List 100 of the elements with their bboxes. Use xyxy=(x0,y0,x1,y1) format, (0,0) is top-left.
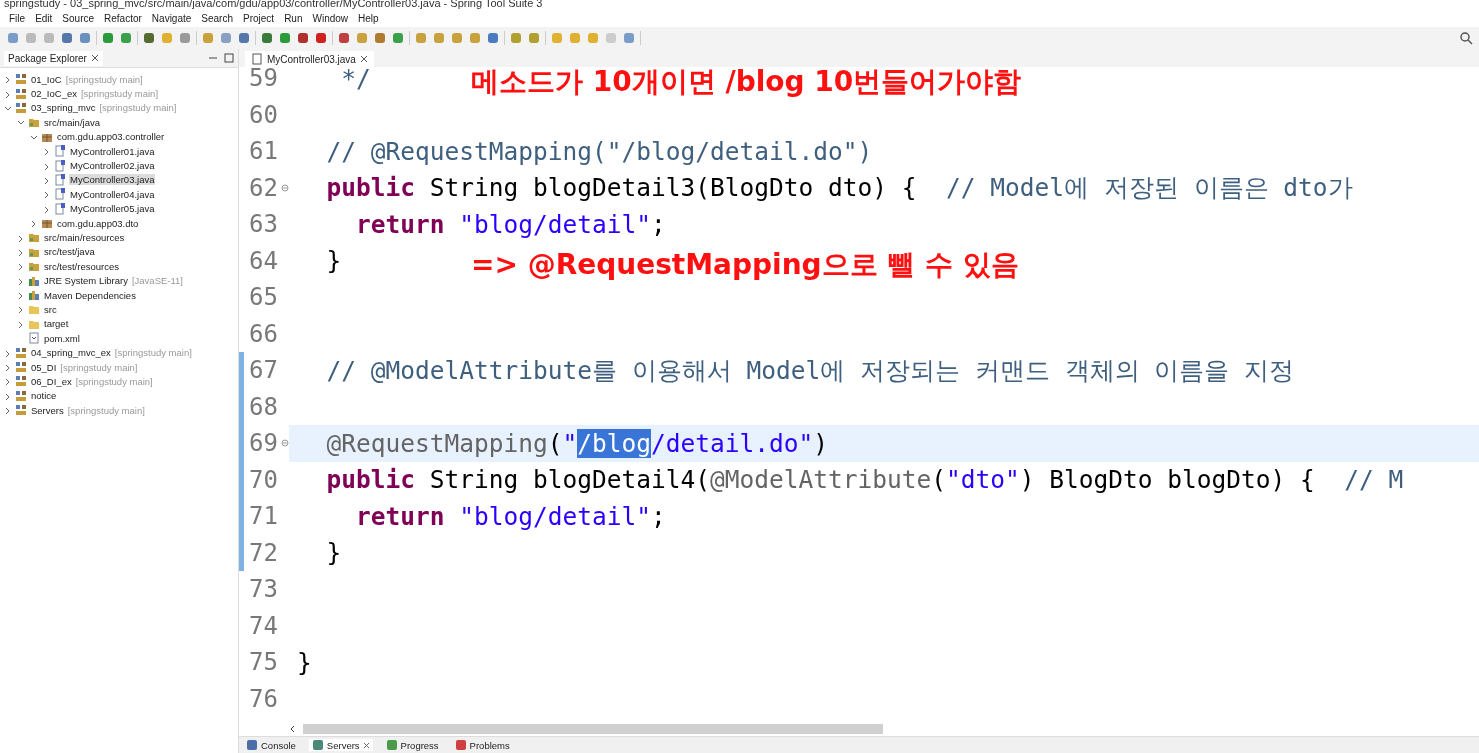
tree-item[interactable]: JRE System Library xyxy=(43,275,129,287)
tree-item[interactable]: com.gdu.app03.dto xyxy=(56,217,140,229)
project-icon xyxy=(15,101,27,114)
toolbar-button-icon[interactable] xyxy=(622,31,636,45)
tree-item[interactable]: 04_spring_mvc_ex xyxy=(30,347,112,359)
search-icon[interactable] xyxy=(1459,31,1473,45)
toolbar-button-icon[interactable] xyxy=(237,31,251,45)
scrollbar-thumb[interactable] xyxy=(303,724,883,734)
view-tab[interactable]: Console xyxy=(243,739,299,751)
tree-item-decoration: [springstudy main] xyxy=(75,375,153,387)
tree-item[interactable]: MyController03.java xyxy=(69,174,156,186)
toolbar-button-icon[interactable] xyxy=(486,31,500,45)
code-line: // @ModelAttribute를 이용해서 Model에 저장되는 커맨드 객체의 이름을 지정 xyxy=(325,354,1294,387)
toolbar-button-icon[interactable] xyxy=(101,31,115,45)
line-number: 76 xyxy=(249,684,278,713)
tree-item[interactable]: src/test/resources xyxy=(43,260,120,272)
editor-tab[interactable]: MyController03.java xyxy=(245,51,374,67)
fold-icon[interactable] xyxy=(281,183,289,192)
toolbar-button-icon[interactable] xyxy=(260,31,274,45)
xml-file-icon xyxy=(28,332,40,345)
tree-item[interactable]: 05_DI xyxy=(30,361,58,373)
close-icon[interactable] xyxy=(90,54,99,62)
menu-item[interactable]: Navigate xyxy=(146,13,197,24)
toolbar-button-icon[interactable] xyxy=(60,31,74,45)
tree-item[interactable]: Servers xyxy=(30,404,65,416)
toolbar-button-icon[interactable] xyxy=(6,31,20,45)
line-number: 66 xyxy=(249,319,278,348)
window-title: springstudy - 03_spring_mvc/src/main/java/com/gdu/app03/controller/MyController03.java - Spring Tool Suite 3 xyxy=(0,0,1479,10)
view-tab[interactable]: Problems xyxy=(451,739,513,751)
tree-item[interactable]: src xyxy=(43,303,58,315)
line-number: 63 xyxy=(249,210,278,239)
menu-item[interactable]: Project xyxy=(238,13,280,24)
line-number: 68 xyxy=(249,392,278,421)
line-number: 72 xyxy=(249,538,278,567)
line-number: 70 xyxy=(249,465,278,494)
toolbar-button-icon[interactable] xyxy=(219,31,233,45)
close-icon[interactable] xyxy=(359,55,368,63)
toolbar-button-icon[interactable] xyxy=(278,31,292,45)
java-file-icon xyxy=(54,145,66,158)
code-line: public String blogDetail3(BlogDto dto) { // Model에 저장된 이름은 dto가 xyxy=(325,172,1353,205)
menu-item[interactable]: Edit xyxy=(30,13,58,24)
tree-item[interactable]: MyController01.java xyxy=(69,145,156,157)
line-number: 73 xyxy=(249,575,278,604)
toolbar-button-icon[interactable] xyxy=(509,31,523,45)
folder-icon xyxy=(28,303,40,316)
toolbar-button-icon[interactable] xyxy=(142,31,156,45)
toolbar-button-icon[interactable] xyxy=(296,31,310,45)
tree-item-decoration: [springstudy main] xyxy=(65,73,143,85)
tree-item[interactable]: 03_spring_mvc xyxy=(30,102,97,114)
tree-item-decoration: [springstudy main] xyxy=(99,102,177,114)
scroll-left-icon[interactable] xyxy=(289,725,297,733)
menu-item[interactable]: Window xyxy=(307,13,354,24)
tree-item-decoration: [springstudy main] xyxy=(67,404,145,416)
toolbar-button-icon[interactable] xyxy=(391,31,405,45)
view-tab[interactable]: Servers xyxy=(308,739,373,751)
tree-item[interactable]: MyController05.java xyxy=(69,203,156,215)
menu-item[interactable]: Run xyxy=(279,13,308,24)
tree-item[interactable]: 02_IoC_ex xyxy=(30,88,78,100)
tree-item[interactable]: com.gdu.app03.controller xyxy=(56,131,166,143)
code-line: // @RequestMapping("/blog/detail.do") xyxy=(325,136,873,166)
tree-item[interactable]: MyController04.java xyxy=(69,188,156,200)
toolbar-button-icon[interactable] xyxy=(373,31,387,45)
tree-item[interactable]: src/main/resources xyxy=(43,232,126,243)
line-number: 64 xyxy=(249,246,278,275)
maximize-icon[interactable] xyxy=(224,53,234,63)
tree-item[interactable]: Maven Dependencies xyxy=(43,289,137,301)
menu-item[interactable]: Source xyxy=(57,13,100,24)
menu-item[interactable]: Search xyxy=(196,13,238,24)
toolbar-button-icon[interactable] xyxy=(337,31,351,45)
menu-item[interactable]: File xyxy=(4,13,31,24)
java-file-icon xyxy=(54,159,66,172)
toolbar-button-icon[interactable] xyxy=(78,31,92,45)
tree-item[interactable]: src/main/java xyxy=(43,116,101,128)
code-line: public String blogDetail4(@ModelAttribute("dto") BlogDto blogDto) { // M xyxy=(325,465,1404,495)
project-icon xyxy=(15,73,27,86)
toolbar-button-icon[interactable] xyxy=(527,31,541,45)
fold-icon[interactable] xyxy=(281,439,289,448)
tree-item[interactable]: MyController02.java xyxy=(69,160,156,172)
view-tab[interactable]: Progress xyxy=(382,739,442,751)
servers-icon xyxy=(311,739,324,751)
tree-item[interactable]: target xyxy=(43,318,70,330)
line-number: 75 xyxy=(249,648,278,677)
tree-item[interactable]: pom.xml xyxy=(43,332,81,344)
toolbar-button-icon[interactable] xyxy=(314,31,328,45)
tree-item[interactable]: notice xyxy=(30,390,58,402)
toolbar-button-icon[interactable] xyxy=(178,31,192,45)
close-icon[interactable] xyxy=(362,741,370,749)
tree-item-decoration: [springstudy main] xyxy=(60,361,138,373)
progress-icon xyxy=(385,739,398,751)
line-number: 74 xyxy=(249,611,278,640)
tree-item[interactable]: src/test/java xyxy=(43,246,96,258)
project-icon xyxy=(15,375,27,388)
line-number: 60 xyxy=(249,100,278,129)
project-icon xyxy=(15,87,27,100)
tree-item[interactable]: 06_DI_ex xyxy=(30,375,73,387)
tree-item[interactable]: 01_IoC xyxy=(30,73,63,85)
toolbar-button-icon[interactable] xyxy=(119,31,133,45)
package-explorer-tab[interactable]: Package Explorer xyxy=(4,50,103,66)
menu-item[interactable]: Refactor xyxy=(99,13,147,24)
menu-item[interactable]: Help xyxy=(353,13,384,24)
